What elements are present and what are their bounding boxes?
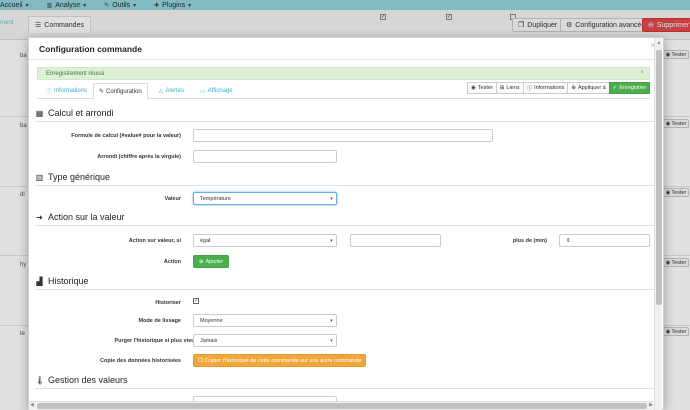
- smoothing-select[interactable]: Moyenne ▾: [193, 314, 337, 327]
- command-config-modal: Configuration commande × Enregistrement …: [28, 37, 664, 410]
- sign-in-icon: ➜: [36, 212, 43, 222]
- section-gestion-title: Gestion des valeurs: [48, 375, 128, 385]
- chevron-left-icon[interactable]: ◀: [30, 402, 34, 408]
- informations-button[interactable]: ⓘ Informations: [522, 82, 569, 94]
- scrollbar-thumb[interactable]: [656, 50, 662, 305]
- historize-label: Historiser: [155, 300, 181, 306]
- formula-label: Formule de calcul (#value# pour la valeu…: [71, 133, 181, 139]
- chevron-down-icon: ▾: [330, 196, 333, 202]
- tester-label: Tester: [477, 85, 493, 91]
- purge-label: Purger l'historique si plus vieux que: [114, 338, 209, 344]
- alert-text: Enregistrement réussi: [46, 70, 105, 77]
- divider: [35, 225, 654, 226]
- monitor-icon: ▭: [200, 88, 206, 95]
- tab-affichage-label: Affichage: [207, 88, 233, 94]
- condition-select[interactable]: égal ▾: [193, 234, 337, 247]
- copy-icon: ❐: [198, 357, 203, 364]
- modal-actions: ◉ Tester ⊞ Liens ⓘ Informations ⊕ Appliquer …: [467, 82, 651, 94]
- area-chart-icon: ▟: [36, 276, 43, 286]
- condition-value-input[interactable]: [350, 234, 441, 247]
- modal-vertical-scrollbar[interactable]: ▲: [654, 38, 662, 410]
- duration-label: plus de (min): [512, 238, 547, 244]
- tab-informations-label: Informations: [54, 88, 88, 94]
- save-label: Enregistrer: [619, 85, 647, 91]
- duration-stepper[interactable]: ⇕: [559, 234, 650, 247]
- appliquer-button[interactable]: ⊕ Appliquer à: [567, 82, 610, 94]
- copy-history-button[interactable]: ❐ Copier l'historique de cette commande …: [193, 354, 367, 367]
- copy-history-button-label: Copier l'historique de cette commande su…: [204, 357, 362, 364]
- generic-type-value: Température: [200, 195, 231, 202]
- appliquer-label: Appliquer à: [577, 85, 606, 91]
- purge-value: Jamais: [200, 337, 218, 344]
- rounding-label: Arrondi (chiffre après la virgule): [97, 154, 181, 160]
- section-historique-title: Historique: [48, 276, 89, 286]
- chevron-down-icon: ▾: [330, 238, 333, 244]
- liens-button[interactable]: ⊞ Liens: [495, 82, 524, 94]
- chevron-up-icon[interactable]: ▲: [655, 40, 663, 46]
- modal-title: Configuration commande: [39, 43, 142, 54]
- smoothing-value: Moyenne: [200, 317, 223, 324]
- divider: [35, 388, 654, 389]
- modal-header: Configuration commande: [29, 38, 663, 60]
- table-icon: ▦: [35, 108, 44, 118]
- tab-configuration-label: Configuration: [106, 88, 142, 95]
- plus-circle-icon: ⊕: [199, 258, 204, 265]
- section-gestion: 🌡 Gestion des valeurs: [35, 375, 128, 385]
- tab-alertes-label: Alertes: [165, 88, 185, 94]
- section-calcul-title: Calcul et arrondi: [48, 108, 114, 118]
- generic-type-select[interactable]: Température ▾: [193, 192, 337, 205]
- wrench-icon: ✎: [99, 89, 105, 95]
- chevron-right-icon[interactable]: ▶: [649, 402, 653, 408]
- tester-button[interactable]: ◉ Tester: [467, 82, 497, 94]
- close-icon[interactable]: ×: [640, 70, 644, 76]
- info-icon: ⓘ: [526, 86, 533, 92]
- informations-label: Informations: [534, 85, 565, 91]
- divider: [35, 121, 654, 122]
- divider: [35, 185, 654, 186]
- sitemap-icon: ⊞: [499, 85, 505, 91]
- historize-checkbox[interactable]: ✓: [193, 298, 199, 304]
- success-alert: Enregistrement réussi ×: [37, 67, 650, 80]
- tab-configuration[interactable]: ✎ Configuration: [93, 83, 148, 100]
- spinner-arrows-icon[interactable]: ⇕: [566, 238, 571, 244]
- section-historique: ▟ Historique: [35, 276, 89, 286]
- smoothing-label: Mode de lissage: [138, 318, 182, 324]
- check-circle-icon: ✓: [612, 85, 618, 91]
- chevron-down-icon: ▾: [330, 318, 333, 324]
- action-label: Action: [163, 259, 181, 265]
- section-action-title: Action sur la valeur: [48, 212, 125, 222]
- tab-informations[interactable]: ⓘ Informations: [41, 83, 92, 99]
- section-calcul: ▦ Calcul et arrondi: [35, 108, 114, 118]
- thermometer-icon: 🌡: [35, 375, 46, 385]
- copy-history-label: Copie des données historisées: [100, 358, 181, 364]
- modal-content: ▦ Calcul et arrondi Formule de calcul (#…: [29, 102, 654, 409]
- rounding-input[interactable]: [193, 150, 337, 163]
- purge-select[interactable]: Jamais ▾: [193, 334, 337, 347]
- chevron-down-icon: ▾: [330, 338, 333, 344]
- tab-alertes[interactable]: ⚠ Alertes: [153, 83, 189, 99]
- formula-input[interactable]: [193, 129, 493, 142]
- condition-label: Action sur valeur, si: [128, 238, 181, 244]
- building-icon: ▥: [35, 172, 44, 182]
- add-action-button[interactable]: ⊕ Ajouter: [193, 255, 230, 268]
- liens-label: Liens: [506, 85, 520, 91]
- modal-horizontal-scrollbar[interactable]: ◀ ▶: [29, 401, 654, 410]
- section-type: ▥ Type générique: [35, 172, 110, 182]
- tab-affichage[interactable]: ▭ Affichage: [195, 83, 238, 99]
- warning-icon: ⚠: [158, 88, 164, 95]
- generic-type-label: Valeur: [164, 196, 181, 202]
- condition-value: égal: [200, 237, 211, 244]
- add-action-label: Ajouter: [205, 258, 224, 265]
- rss-icon: ◉: [471, 85, 476, 91]
- info-icon: ⓘ: [46, 89, 53, 96]
- save-button[interactable]: ✓ Enregistrer: [608, 82, 651, 94]
- scrollbar-thumb[interactable]: [37, 403, 647, 409]
- section-action: ➜ Action sur la valeur: [35, 212, 125, 222]
- divider: [35, 289, 654, 290]
- section-type-title: Type générique: [48, 172, 111, 182]
- plus-circle-icon: ⊕: [571, 85, 576, 91]
